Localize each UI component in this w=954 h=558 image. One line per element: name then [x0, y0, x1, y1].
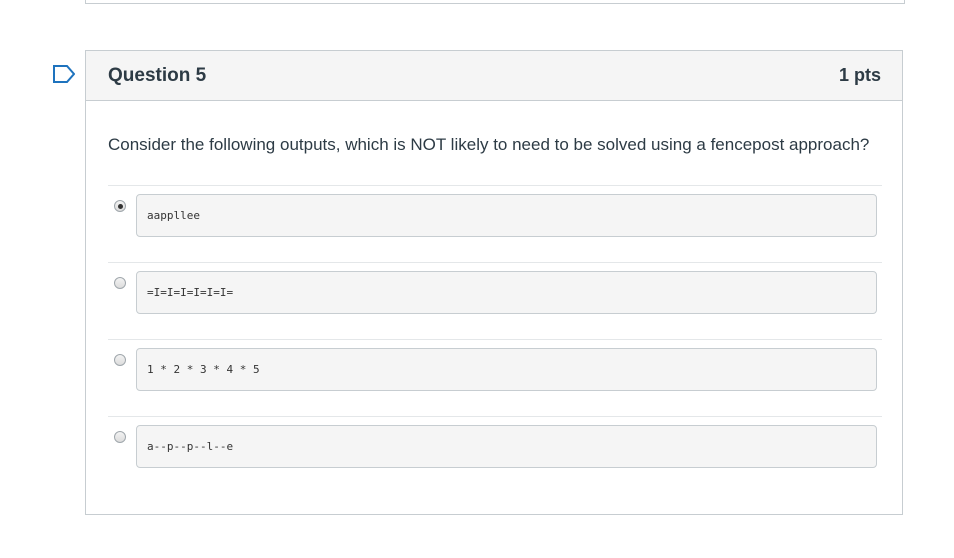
answer-label[interactable]: aappllee [136, 194, 877, 237]
question-text: Consider the following outputs, which is… [108, 135, 870, 154]
question-card: Question 5 1 pts Consider the following … [85, 50, 903, 515]
radio-button[interactable] [114, 431, 126, 443]
answer-list: aappllee =I=I=I=I=I=I= 1 * 2 * 3 * 4 * 5… [108, 185, 882, 493]
answer-option[interactable]: 1 * 2 * 3 * 4 * 5 [108, 339, 882, 416]
answer-option[interactable]: a--p--p--l--e [108, 416, 882, 493]
question-title: Question 5 [108, 64, 207, 86]
radio-button[interactable] [114, 354, 126, 366]
question-header: Question 5 1 pts [86, 51, 902, 101]
answer-label[interactable]: a--p--p--l--e [136, 425, 877, 468]
answer-option[interactable]: aappllee [108, 185, 882, 262]
answer-label[interactable]: =I=I=I=I=I=I= [136, 271, 877, 314]
question-points: 1 pts [838, 65, 881, 85]
bookmark-flag-icon[interactable] [53, 65, 75, 83]
answer-label[interactable]: 1 * 2 * 3 * 4 * 5 [136, 348, 877, 391]
radio-button-selected[interactable] [114, 200, 126, 212]
radio-button[interactable] [114, 277, 126, 289]
answer-option[interactable]: =I=I=I=I=I=I= [108, 262, 882, 339]
previous-question-card [85, 0, 905, 4]
